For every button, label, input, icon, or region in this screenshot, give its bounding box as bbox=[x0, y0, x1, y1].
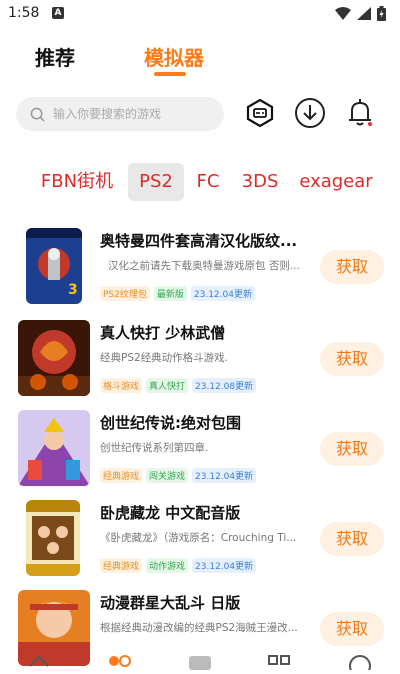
game-description: 经典PS2经典动作格斗游戏. bbox=[100, 352, 229, 364]
game-title: 卧虎藏龙 中文配音版 bbox=[100, 504, 241, 522]
profile-icon[interactable] bbox=[348, 654, 372, 670]
tag-feature: 最新版 bbox=[153, 286, 187, 301]
filter-ps2[interactable]: PS2 bbox=[128, 163, 184, 201]
filter-3ds[interactable]: 3DS bbox=[238, 163, 282, 201]
tag-category: 经典游戏 bbox=[100, 558, 143, 573]
video-icon[interactable] bbox=[188, 654, 212, 670]
list-item[interactable]: 3 奥特曼四件套高清汉化版纹... 汉化之前请先下载奥特曼游戏原包 否则... … bbox=[0, 228, 400, 312]
svg-text:3: 3 bbox=[68, 282, 78, 298]
filter-fbn[interactable]: FBN街机 bbox=[34, 163, 120, 201]
list-item[interactable]: 卧虎藏龙 中文配音版 《卧虎藏龙》（游戏原名：Crouching Ti... 经… bbox=[0, 500, 400, 584]
status-indicators bbox=[335, 6, 386, 21]
game-tags: 经典游戏 闯关游戏 23.12.04更新 bbox=[100, 468, 257, 483]
game-cover bbox=[26, 500, 80, 576]
game-cover: 3 bbox=[26, 228, 82, 304]
tag-updated: 23.12.08更新 bbox=[192, 378, 257, 393]
get-button[interactable]: 获取 bbox=[320, 432, 384, 466]
bottom-nav bbox=[0, 648, 400, 670]
game-tags: PS2纹理包 最新版 23.12.04更新 bbox=[100, 286, 255, 301]
status-time: 1:58 bbox=[8, 5, 40, 21]
filter-exagear[interactable]: exagear bbox=[296, 163, 376, 201]
tag-category: 格斗游戏 bbox=[100, 378, 143, 393]
notification-app-icon: A bbox=[52, 7, 64, 19]
tag-category: 经典游戏 bbox=[100, 468, 143, 483]
home-icon[interactable] bbox=[28, 654, 50, 670]
top-tabs: 推荐 模拟器 bbox=[0, 42, 400, 82]
signal-icon bbox=[357, 7, 371, 20]
tag-updated: 23.12.04更新 bbox=[192, 558, 257, 573]
game-description: 《卧虎藏龙》（游戏原名：Crouching Ti... bbox=[100, 532, 297, 544]
tab-emulator[interactable]: 模拟器 bbox=[144, 42, 204, 71]
search-icon bbox=[30, 107, 45, 122]
filter-fc[interactable]: FC bbox=[192, 163, 224, 201]
game-title: 奥特曼四件套高清汉化版纹... bbox=[100, 232, 298, 250]
game-tags: 经典游戏 动作游戏 23.12.04更新 bbox=[100, 558, 257, 573]
tag-category: PS2纹理包 bbox=[100, 286, 150, 301]
game-title: 真人快打 少林武僧 bbox=[100, 324, 226, 342]
tag-updated: 23.12.04更新 bbox=[190, 286, 255, 301]
get-button[interactable]: 获取 bbox=[320, 522, 384, 556]
game-description: 根据经典动漫改编的经典PS2海贼王漫改... bbox=[100, 622, 298, 634]
get-button[interactable]: 获取 bbox=[320, 250, 384, 284]
tag-feature: 动作游戏 bbox=[146, 558, 189, 573]
search-bar[interactable] bbox=[16, 97, 224, 131]
tag-feature: 真人快打 bbox=[146, 378, 189, 393]
grid-icon[interactable] bbox=[268, 654, 290, 670]
get-button[interactable]: 获取 bbox=[320, 612, 384, 646]
list-item[interactable]: 真人快打 少林武僧 经典PS2经典动作格斗游戏. 格斗游戏 真人快打 23.12… bbox=[0, 320, 400, 404]
emulator-tab-icon[interactable] bbox=[108, 654, 132, 670]
game-cover bbox=[18, 320, 90, 396]
download-icon[interactable] bbox=[294, 97, 326, 129]
list-item[interactable]: 创世纪传说:绝对包围 创世纪传说系列第四章. 经典游戏 闯关游戏 23.12.0… bbox=[0, 410, 400, 494]
emulator-icon[interactable] bbox=[244, 97, 276, 129]
category-filters: FBN街机 PS2 FC 3DS exagear bbox=[0, 163, 400, 203]
battery-icon bbox=[377, 6, 386, 21]
tag-updated: 23.12.04更新 bbox=[192, 468, 257, 483]
search-input[interactable] bbox=[53, 107, 213, 121]
game-title: 动漫群星大乱斗 日版 bbox=[100, 594, 241, 612]
tab-recommend[interactable]: 推荐 bbox=[35, 42, 75, 71]
tag-feature: 闯关游戏 bbox=[146, 468, 189, 483]
game-cover bbox=[18, 410, 90, 486]
game-description: 汉化之前请先下载奥特曼游戏原包 否则... bbox=[108, 260, 300, 272]
wifi-icon bbox=[335, 7, 351, 20]
active-tab-indicator bbox=[154, 72, 186, 76]
get-button[interactable]: 获取 bbox=[320, 342, 384, 376]
game-title: 创世纪传说:绝对包围 bbox=[100, 414, 241, 432]
game-tags: 格斗游戏 真人快打 23.12.08更新 bbox=[100, 378, 257, 393]
status-bar: 1:58 A bbox=[0, 0, 400, 28]
game-description: 创世纪传说系列第四章. bbox=[100, 442, 209, 454]
notification-bell-icon[interactable] bbox=[344, 97, 376, 129]
